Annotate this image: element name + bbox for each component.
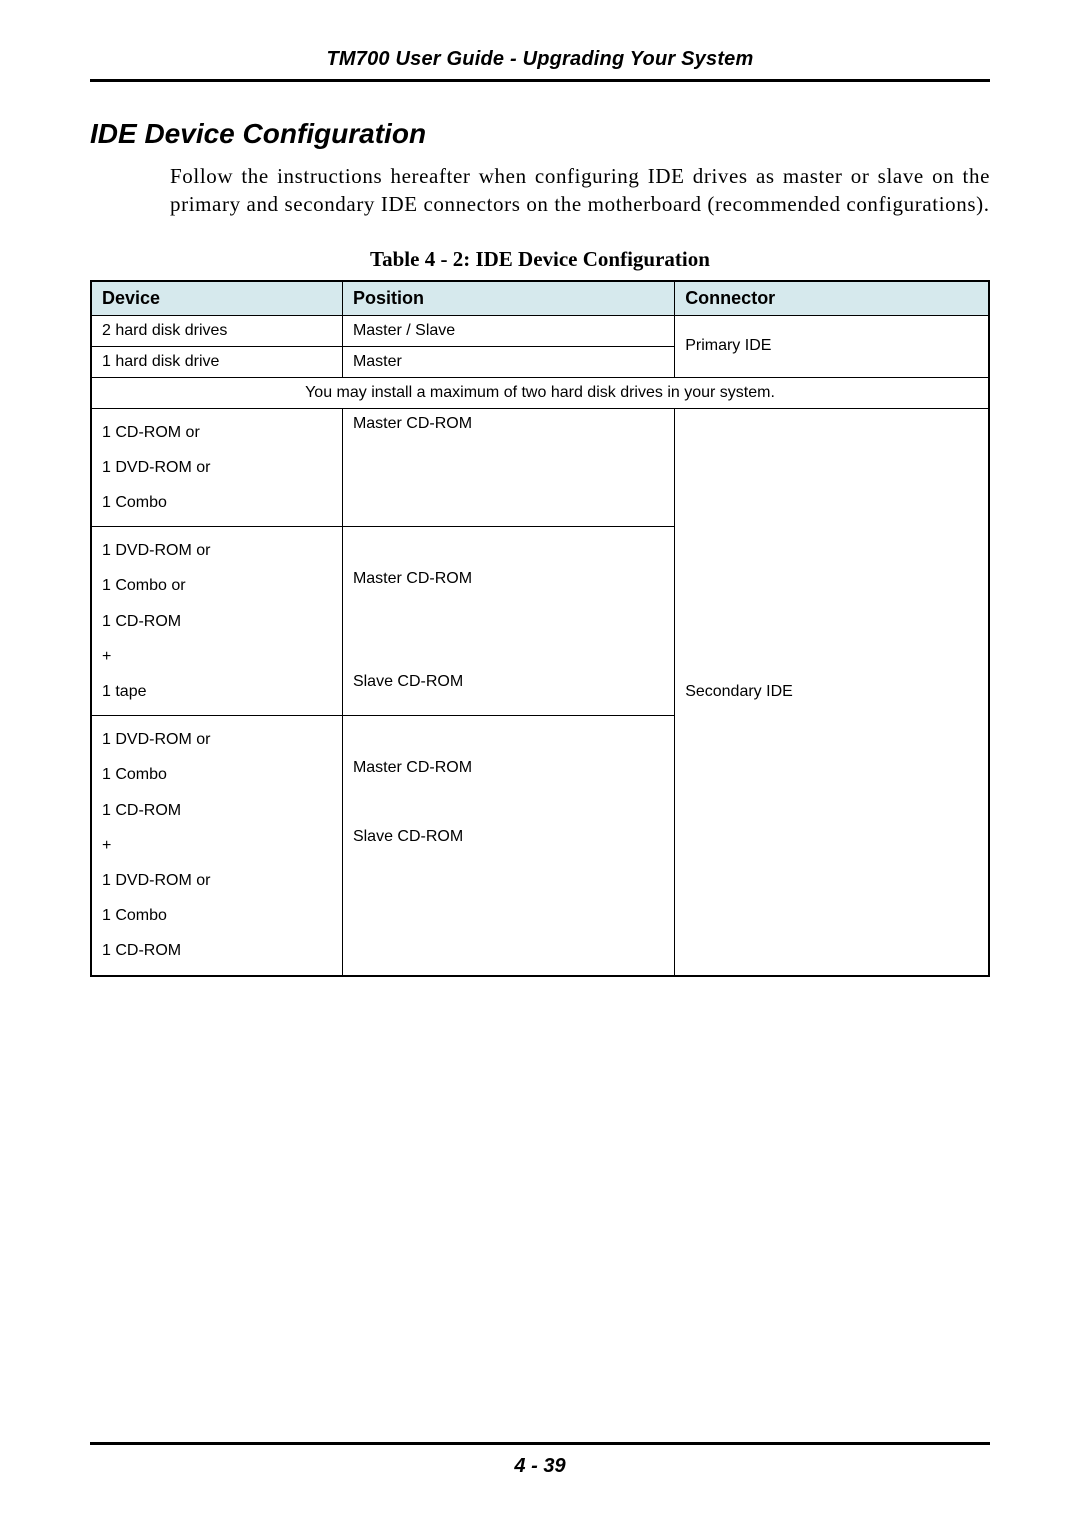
table-row: 1 CD-ROM or 1 DVD-ROM or 1 Combo Master … [91, 408, 989, 527]
document-page: TM700 User Guide - Upgrading Your System… [0, 0, 1080, 1528]
cell-position-top: Master CD-ROM [353, 570, 472, 587]
cell-position-bottom: Slave CD-ROM [353, 828, 463, 845]
cell-device: 1 DVD-ROM or 1 Combo 1 CD-ROM + 1 DVD-RO… [91, 716, 342, 976]
table-note-row: You may install a maximum of two hard di… [91, 377, 989, 408]
intro-paragraph: Follow the instructions hereafter when c… [170, 162, 990, 219]
cell-device: 1 DVD-ROM or 1 Combo or 1 CD-ROM + 1 tap… [91, 527, 342, 716]
col-header-device: Device [91, 281, 342, 316]
table-header-row: Device Position Connector [91, 281, 989, 316]
cell-position: Master [342, 346, 674, 377]
cell-device: 1 CD-ROM or 1 DVD-ROM or 1 Combo [91, 408, 342, 527]
cell-device: 2 hard disk drives [91, 315, 342, 346]
table-row: 2 hard disk drives Master / Slave Primar… [91, 315, 989, 346]
table-caption: Table 4 - 2: IDE Device Configuration [90, 247, 990, 272]
cell-position-bottom: Slave CD-ROM [353, 673, 463, 690]
running-header: TM700 User Guide - Upgrading Your System [90, 48, 990, 82]
col-header-position: Position [342, 281, 674, 316]
page-footer: 4 - 39 [90, 1442, 990, 1478]
cell-position: Master / Slave [342, 315, 674, 346]
cell-position: Master CD-ROM [342, 408, 674, 527]
cell-connector: Secondary IDE [675, 408, 989, 975]
footer-rule [90, 1442, 990, 1445]
section-title: IDE Device Configuration [90, 118, 990, 150]
cell-device: 1 hard disk drive [91, 346, 342, 377]
cell-connector: Primary IDE [675, 315, 989, 377]
page-number: 4 - 39 [90, 1455, 990, 1478]
cell-position-top: Master CD-ROM [353, 759, 472, 776]
cell-position: Master CD-ROM Slave CD-ROM [342, 716, 674, 976]
note-cell: You may install a maximum of two hard di… [91, 377, 989, 408]
ide-config-table: Device Position Connector 2 hard disk dr… [90, 280, 990, 977]
col-header-connector: Connector [675, 281, 989, 316]
cell-position: Master CD-ROM Slave CD-ROM [342, 527, 674, 716]
